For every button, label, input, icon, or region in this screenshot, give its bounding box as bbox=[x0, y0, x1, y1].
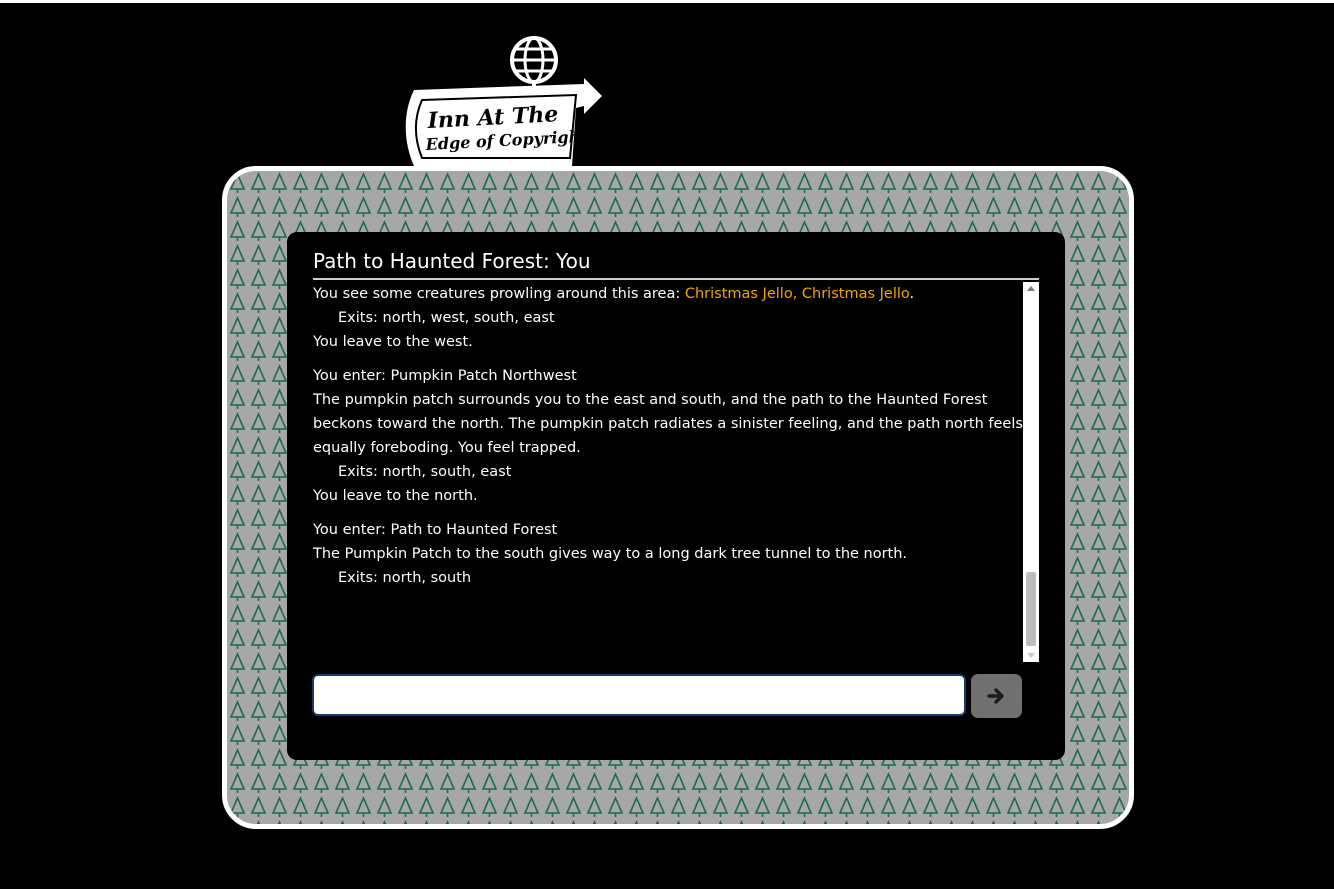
logo-graphic: Inn At The Edge of Copyright bbox=[405, 36, 602, 166]
top-border-line bbox=[0, 0, 1334, 3]
log-line-description: The pumpkin patch surrounds you to the e… bbox=[313, 392, 1023, 456]
log-line-creatures: You see some creatures prowling around t… bbox=[313, 282, 1023, 306]
log-line-leave: You leave to the west. bbox=[313, 334, 473, 350]
game-panel: Path to Haunted Forest: You You see some… bbox=[287, 232, 1065, 760]
log-line-exits: Exits: north, south bbox=[338, 570, 472, 586]
log-scrollbar[interactable] bbox=[1023, 282, 1039, 662]
creature-names: Christmas Jello, Christmas Jello bbox=[684, 286, 910, 302]
log-line-exits: Exits: north, west, south, east bbox=[338, 310, 555, 326]
creatures-suffix: . bbox=[909, 286, 915, 302]
globe-icon bbox=[510, 36, 558, 92]
log-line-enter: You enter: Path to Haunted Forest bbox=[313, 522, 558, 538]
scroll-thumb[interactable] bbox=[1026, 572, 1036, 646]
room-title: Path to Haunted Forest: You bbox=[313, 244, 1039, 280]
scroll-down-icon[interactable] bbox=[1027, 653, 1035, 658]
creatures-prefix: You see some creatures prowling around t… bbox=[313, 286, 685, 302]
inn-logo: Inn At The Edge of Copyright bbox=[400, 34, 606, 174]
log-line-exits: Exits: north, south, east bbox=[338, 464, 512, 480]
command-input[interactable] bbox=[312, 674, 966, 716]
scroll-up-icon[interactable] bbox=[1027, 286, 1035, 291]
log-line-description: The Pumpkin Patch to the south gives way… bbox=[313, 546, 908, 562]
arrow-right-icon bbox=[987, 688, 1004, 704]
log-line-enter: You enter: Pumpkin Patch Northwest bbox=[313, 368, 577, 384]
send-button[interactable] bbox=[971, 674, 1022, 718]
log-line-leave: You leave to the north. bbox=[313, 488, 478, 504]
game-log[interactable]: You see some creatures prowling around t… bbox=[313, 282, 1023, 662]
